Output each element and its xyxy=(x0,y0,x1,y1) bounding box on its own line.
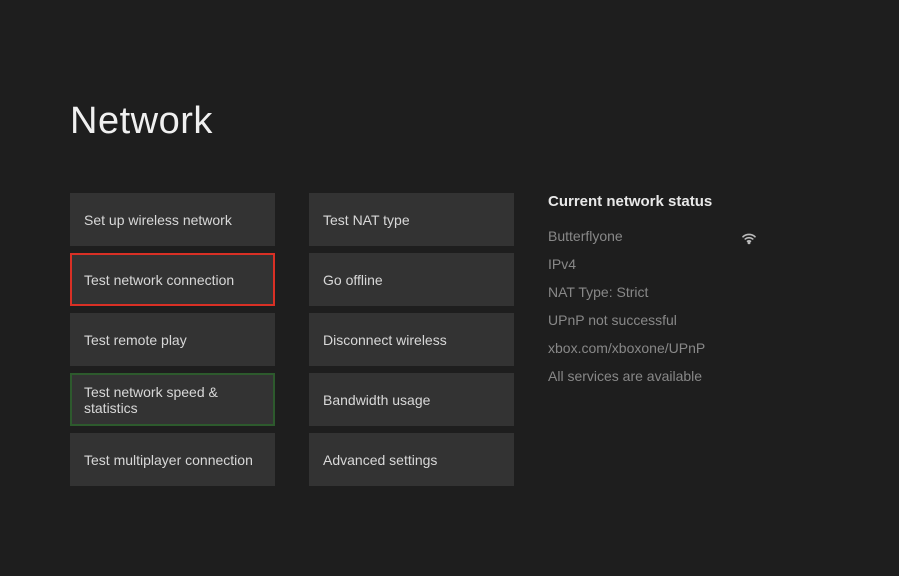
status-network-name: Butterflyone xyxy=(548,222,758,250)
status-upnp: UPnP not successful xyxy=(548,306,758,334)
status-ip-version: IPv4 xyxy=(548,250,758,278)
disconnect-wireless-button[interactable]: Disconnect wireless xyxy=(309,313,514,366)
network-settings-page: Network Set up wireless network Test net… xyxy=(0,0,899,486)
test-remote-play-button[interactable]: Test remote play xyxy=(70,313,275,366)
status-text: UPnP not successful xyxy=(548,306,677,334)
status-text: IPv4 xyxy=(548,250,576,278)
tile-label: Advanced settings xyxy=(323,452,437,468)
content-row: Set up wireless network Test network con… xyxy=(70,193,829,486)
wifi-icon xyxy=(740,227,758,245)
page-title: Network xyxy=(70,100,829,143)
test-nat-type-button[interactable]: Test NAT type xyxy=(309,193,514,246)
status-help-url: xbox.com/xboxone/UPnP xyxy=(548,334,758,362)
status-nat-type: NAT Type: Strict xyxy=(548,278,758,306)
tile-label: Test NAT type xyxy=(323,212,410,228)
tile-label: Bandwidth usage xyxy=(323,392,430,408)
test-network-connection-button[interactable]: Test network connection xyxy=(70,253,275,306)
tile-label: Test network connection xyxy=(84,272,234,288)
status-heading: Current network status xyxy=(548,193,829,210)
setup-wireless-button[interactable]: Set up wireless network xyxy=(70,193,275,246)
column-1: Set up wireless network Test network con… xyxy=(70,193,275,486)
tile-label: Test remote play xyxy=(84,332,187,348)
bandwidth-usage-button[interactable]: Bandwidth usage xyxy=(309,373,514,426)
tile-label: Go offline xyxy=(323,272,383,288)
tile-label: Test network speed & statistics xyxy=(84,384,261,416)
status-text: Butterflyone xyxy=(548,222,623,250)
column-2: Test NAT type Go offline Disconnect wire… xyxy=(309,193,514,486)
status-text: xbox.com/xboxone/UPnP xyxy=(548,334,705,362)
status-text: All services are available xyxy=(548,362,702,390)
advanced-settings-button[interactable]: Advanced settings xyxy=(309,433,514,486)
tile-label: Set up wireless network xyxy=(84,212,232,228)
go-offline-button[interactable]: Go offline xyxy=(309,253,514,306)
tile-label: Disconnect wireless xyxy=(323,332,447,348)
tile-label: Test multiplayer connection xyxy=(84,452,253,468)
status-text: NAT Type: Strict xyxy=(548,278,648,306)
test-network-speed-button[interactable]: Test network speed & statistics xyxy=(70,373,275,426)
test-multiplayer-button[interactable]: Test multiplayer connection xyxy=(70,433,275,486)
status-services: All services are available xyxy=(548,362,758,390)
status-panel: Current network status Butterflyone IPv4… xyxy=(548,193,829,486)
